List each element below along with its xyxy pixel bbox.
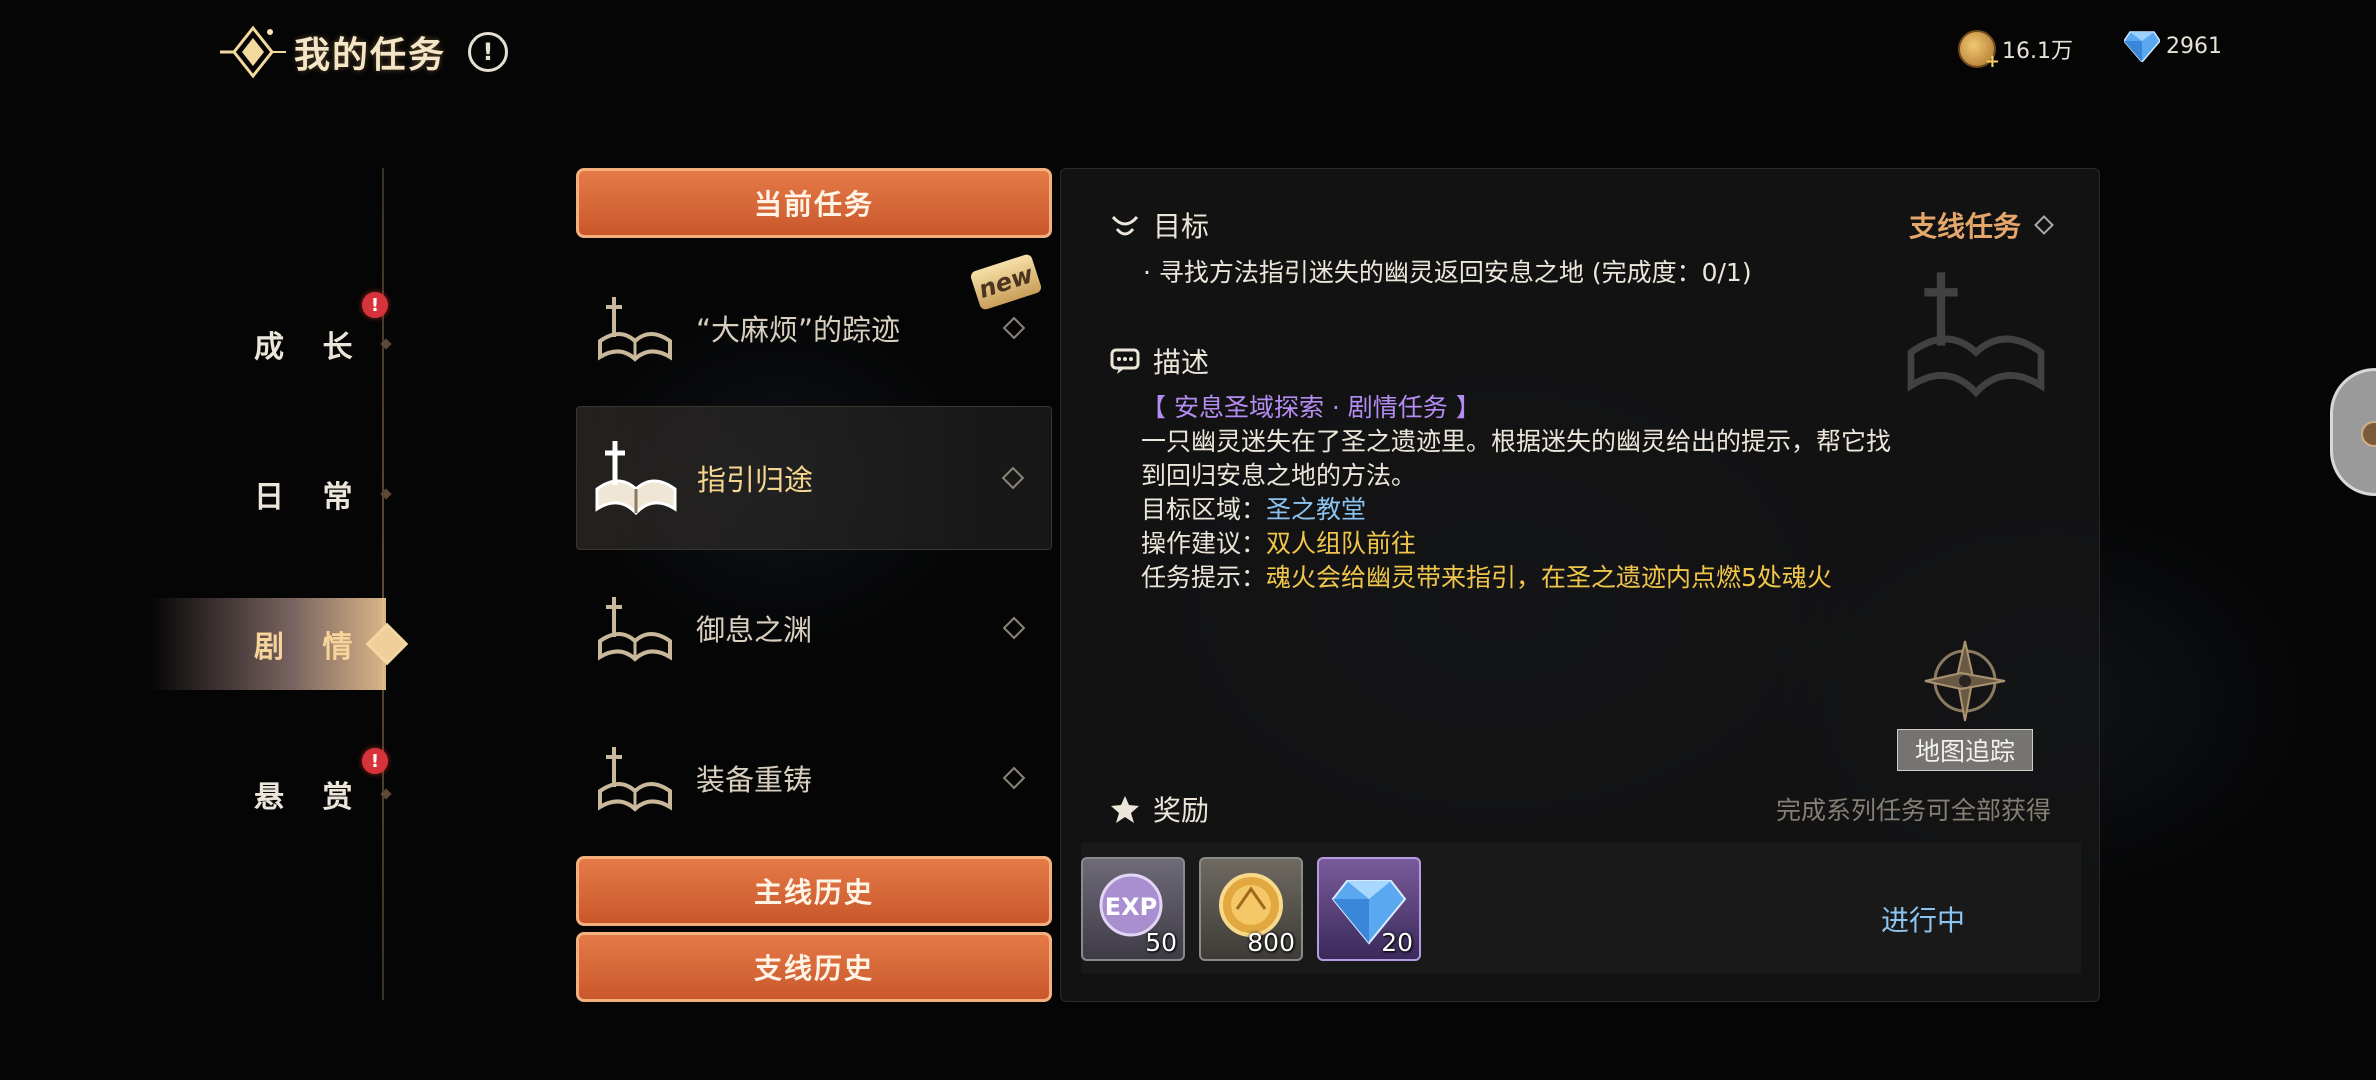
map-track-button[interactable]: 地图追踪 bbox=[1897, 729, 2033, 771]
exp-text: EXP bbox=[1105, 893, 1158, 921]
area-label: 目标区域： bbox=[1141, 495, 1267, 524]
gold-coin-icon bbox=[1958, 30, 2000, 72]
reward-exp[interactable]: EXP 50 bbox=[1081, 857, 1185, 961]
reward-qty: 800 bbox=[1247, 928, 1295, 957]
compass-icon bbox=[1924, 640, 2006, 722]
target-icon bbox=[1111, 215, 1139, 236]
reward-list: EXP 50 800 20 进行中 bbox=[1081, 843, 2081, 973]
nav-item-bounty[interactable]: 悬 赏 ! bbox=[150, 748, 392, 840]
current-quests-button[interactable]: 当前任务 bbox=[576, 168, 1052, 238]
quest-label: 指引归途 bbox=[697, 463, 814, 497]
reward-note: 完成系列任务可全部获得 bbox=[1775, 796, 2051, 825]
quest-item[interactable]: 装备重铸 bbox=[576, 706, 1052, 850]
description-line: 到回归安息之地的方法。 bbox=[1141, 461, 1417, 490]
nav-item-label: 成 长 bbox=[254, 330, 367, 365]
reward-qty: 50 bbox=[1145, 928, 1177, 957]
advice-label: 操作建议： bbox=[1141, 529, 1267, 558]
map-track[interactable]: 地图追踪 bbox=[1897, 637, 2033, 771]
nav-item-story[interactable]: 剧 情 bbox=[150, 598, 409, 690]
description-line: 一只幽灵迷失在了圣之遗迹里。根据迷失的幽灵给出的提示，帮它找 bbox=[1141, 427, 1892, 456]
reward-title-text: 奖励 bbox=[1153, 794, 1210, 827]
nav-item-label: 日 常 bbox=[254, 480, 367, 515]
nav-item-label: 悬 赏 bbox=[254, 780, 367, 815]
star-icon bbox=[1111, 796, 1139, 823]
alert-badge: ! bbox=[362, 748, 388, 774]
goal-title-text: 目标 bbox=[1153, 210, 1210, 243]
quest-label: 御息之渊 bbox=[696, 613, 813, 647]
quest-emblem-icon bbox=[220, 22, 286, 82]
nav-item-label: 剧 情 bbox=[254, 630, 367, 665]
header: 我的任务 ! bbox=[220, 22, 509, 82]
quest-item[interactable]: “大麻烦”的踪迹 new bbox=[576, 253, 1052, 400]
quest-item[interactable]: 御息之渊 bbox=[576, 556, 1052, 700]
hint-label: 任务提示： bbox=[1141, 563, 1267, 592]
quest-status: 进行中 bbox=[1880, 904, 1965, 937]
gem-amount: 2961 bbox=[2166, 33, 2222, 59]
chevron-right-icon bbox=[1001, 466, 1025, 490]
chevron-right-icon bbox=[1002, 766, 1026, 790]
quest-label: “大麻烦”的踪迹 bbox=[696, 313, 901, 347]
reward-section-title: 奖励 bbox=[1109, 789, 1209, 829]
quest-type-link[interactable]: 支线任务 bbox=[1908, 205, 2054, 245]
page-title: 我的任务 bbox=[294, 35, 447, 76]
hint-row: 任务提示：魂火会给幽灵带来指引，在圣之遗迹内点燃5处魂火 bbox=[1141, 561, 1921, 595]
book-quest-icon bbox=[598, 597, 672, 662]
reward-gold[interactable]: 800 bbox=[1199, 857, 1303, 961]
description-section-title: 描述 bbox=[1109, 341, 1209, 381]
area-value: 圣之教堂 bbox=[1266, 495, 1367, 524]
goal-text: · 寻找方法指引迷失的幽灵返回安息之地 (完成度：0/1) bbox=[1143, 258, 1752, 287]
side-history-button[interactable]: 支线历史 bbox=[576, 932, 1052, 1002]
nav-item-daily[interactable]: 日 常 bbox=[150, 448, 392, 540]
advice-row: 操作建议：双人组队前往 bbox=[1141, 527, 1921, 561]
new-badge: new bbox=[969, 253, 1043, 311]
main-history-button[interactable]: 主线历史 bbox=[576, 856, 1052, 926]
coin-counter[interactable]: 16.1万 bbox=[1958, 30, 2073, 72]
hint-value: 魂火会给幽灵带来指引，在圣之遗迹内点燃5处魂火 bbox=[1266, 563, 1832, 592]
nav-timeline bbox=[382, 168, 384, 1000]
quest-item-selected[interactable]: 指引归途 bbox=[576, 406, 1052, 550]
nav-item-growth[interactable]: 成 长 ! bbox=[150, 292, 392, 390]
chevron-right-icon bbox=[2034, 215, 2054, 235]
diamond-icon bbox=[2124, 31, 2160, 62]
advice-value: 双人组队前往 bbox=[1266, 529, 1417, 558]
quest-tagline: 【 安息圣域探索 · 剧情任务 】 bbox=[1141, 393, 1481, 422]
book-quest-icon bbox=[598, 297, 672, 362]
quest-label: 装备重铸 bbox=[696, 763, 813, 797]
quest-description: 【 安息圣域探索 · 剧情任务 】 一只幽灵迷失在了圣之遗迹里。根据迷失的幽灵给… bbox=[1141, 391, 1921, 595]
coin-amount: 16.1万 bbox=[2002, 39, 2073, 64]
book-quest-icon bbox=[595, 441, 677, 516]
speech-bubble-icon bbox=[1110, 348, 1140, 374]
gem-counter[interactable]: 2961 bbox=[2124, 30, 2222, 62]
target-area-row: 目标区域：圣之教堂 bbox=[1141, 493, 1921, 527]
quest-type-text: 支线任务 bbox=[1908, 210, 2021, 243]
chevron-right-icon bbox=[1002, 616, 1026, 640]
reward-qty: 20 bbox=[1381, 928, 1413, 957]
quest-detail-panel: 目标 支线任务 · 寻找方法指引迷失的幽灵返回安息之地 (完成度：0/1) 描述… bbox=[1060, 168, 2100, 1002]
description-title-text: 描述 bbox=[1153, 346, 1210, 379]
book-quest-icon bbox=[598, 747, 672, 812]
goal-section-title: 目标 bbox=[1109, 205, 1209, 245]
chevron-right-icon bbox=[1002, 316, 1026, 340]
reward-diamond[interactable]: 20 bbox=[1317, 857, 1421, 961]
alert-badge: ! bbox=[362, 292, 388, 318]
info-icon[interactable]: ! bbox=[468, 32, 509, 72]
book-quest-icon bbox=[1907, 272, 2045, 398]
